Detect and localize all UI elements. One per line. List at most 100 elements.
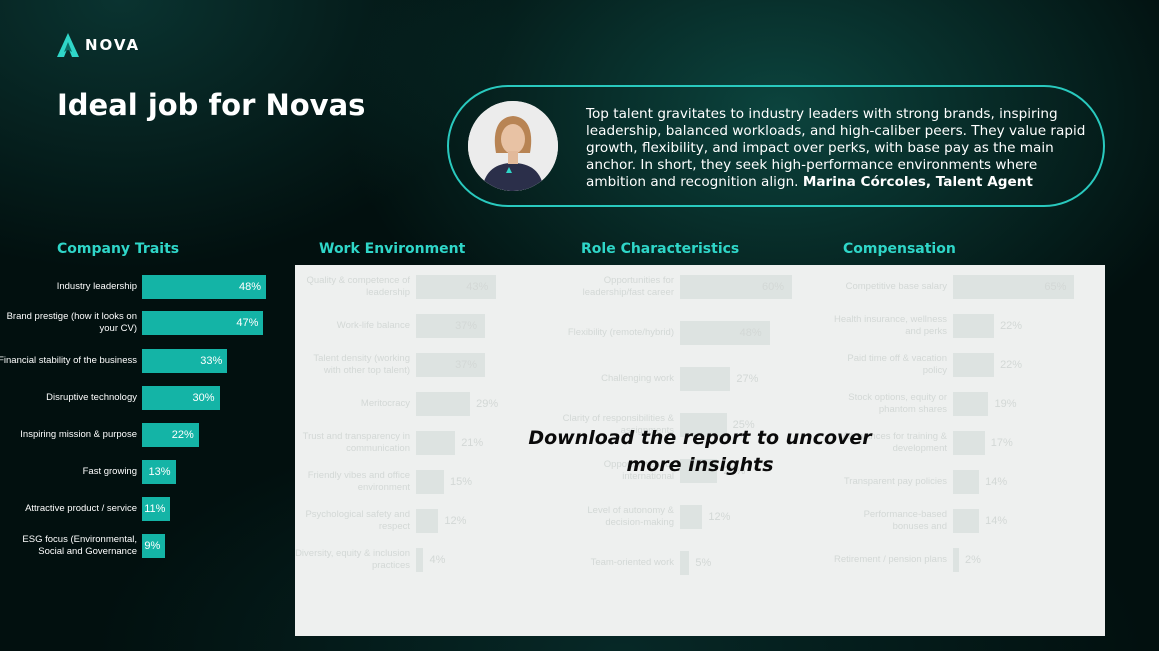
quote-author: Marina Córcoles, Talent Agent — [802, 174, 1033, 190]
blurred-category-label: Challenging work — [601, 373, 674, 384]
bar: 11% — [142, 497, 171, 521]
blurred-bar — [953, 548, 959, 572]
blurred-category-label: Opportunities for leadership/fast career — [582, 275, 674, 298]
avatar — [468, 101, 558, 191]
blurred-value-label: 48% — [739, 327, 762, 339]
blurred-bar-row: Level of autonomy & decision-making 12% — [559, 501, 759, 533]
blurred-bar-row: Trust and transparency in communication 2… — [295, 427, 495, 459]
blurred-category-label: Friendly vibes and office environment — [307, 470, 410, 493]
blurred-bar — [416, 548, 424, 572]
blurred-category-label: Health insurance, wellness and perks — [833, 314, 947, 337]
bar-category-label: Disruptive technology — [46, 392, 137, 403]
blurred-bar — [680, 551, 690, 575]
bar-category-label: ESG focus (Environmental, Social and Gov… — [22, 534, 137, 557]
avatar-portrait-icon — [468, 101, 558, 191]
blurred-category-label: Work-life balance — [336, 320, 410, 331]
blurred-value-label: 2% — [965, 554, 981, 566]
blurred-value-label: 37% — [455, 320, 478, 332]
bar-value-label: 9% — [144, 540, 161, 552]
blurred-bar-row: Psychological safety and respect 12% — [295, 505, 495, 537]
blurred-category-label: Trust and transparency in communication — [302, 431, 410, 454]
blurred-category-label: Diversity, equity & inclusion practices — [295, 548, 410, 571]
blurred-bar — [416, 470, 444, 494]
blurred-bar — [416, 392, 471, 416]
blurred-bar-row: Team-oriented work 5% — [559, 547, 759, 579]
blurred-bar — [680, 505, 703, 529]
bar-value-label: 22% — [171, 429, 194, 441]
blurred-value-label: 15% — [450, 476, 473, 488]
blurred-value-label: 4% — [429, 554, 446, 566]
blurred-value-label: 43% — [466, 281, 489, 293]
blurred-category-label: Team-oriented work — [590, 557, 674, 568]
blurred-category-label: Flexibility (remote/hybrid) — [567, 327, 674, 338]
bar-category-label: Attractive product / service — [25, 503, 137, 514]
bar: 48% — [142, 275, 266, 299]
blurred-value-label: 5% — [695, 557, 712, 569]
bar-row: Brand prestige (how it looks on your CV)… — [0, 308, 290, 338]
bar-row: Attractive product / service 11% — [0, 494, 290, 524]
bar: 47% — [142, 311, 264, 335]
blurred-category-label: Psychological safety and respect — [305, 509, 410, 532]
blurred-bar — [680, 367, 731, 391]
blurred-category-label: Level of autonomy & decision-making — [587, 505, 674, 528]
nova-logo: NOVA — [57, 33, 140, 57]
blurred-bar-row: Meritocracy 29% — [295, 388, 499, 420]
cta-line-1: Download the report to uncover — [528, 427, 872, 449]
blurred-bar-row: Diversity, equity & inclusion practices 4… — [295, 544, 495, 576]
blurred-value-label: 14% — [985, 515, 1008, 527]
blurred-value-label: 12% — [444, 515, 467, 527]
bar: 13% — [142, 460, 176, 484]
bar-category-label: Industry leadership — [56, 281, 137, 292]
bar-value-label: 48% — [238, 281, 261, 293]
blurred-value-label: 29% — [476, 398, 499, 410]
bar-row: Industry leadership 48% — [0, 272, 290, 302]
section-role-characteristics: Role Characteristics — [581, 241, 740, 257]
blurred-category-label: Meritocracy — [360, 398, 410, 409]
brand-name: NOVA — [85, 36, 141, 54]
blurred-category-label: Competitive base salary — [845, 281, 947, 292]
bar-value-label: 47% — [236, 317, 259, 329]
blurred-bar-row: Stock options, equity or phantom shares 1… — [832, 388, 1032, 420]
blurred-bar — [953, 314, 995, 338]
blurred-bar — [953, 470, 980, 494]
quote-text: Top talent gravitates to industry leader… — [586, 106, 1096, 191]
blurred-category-label: Talent density (working with other top t… — [313, 353, 410, 376]
blurred-category-label: Stock options, equity or phantom shares — [848, 392, 947, 415]
blurred-value-label: 65% — [1044, 281, 1067, 293]
download-report-cta[interactable]: Download the report to uncover more insi… — [470, 425, 930, 479]
blurred-bar-row: Quality & competence of leadership 43% — [295, 271, 497, 303]
cta-line-2: more insights — [626, 454, 774, 476]
blurred-bar-row: Talent density (working with other top t… — [295, 349, 495, 381]
blurred-bar-row: Opportunities for leadership/fast career… — [559, 271, 792, 303]
page-title-rest: for Novas — [198, 88, 366, 122]
bar-category-label: Brand prestige (how it looks on your CV) — [6, 311, 137, 334]
nova-logo-icon — [57, 33, 79, 57]
blurred-value-label: 22% — [1000, 359, 1023, 371]
section-work-environment: Work Environment — [319, 241, 466, 257]
blurred-bar-row: Competitive base salary 65% — [832, 271, 1075, 303]
blurred-bar-row: Health insurance, wellness and perks 22% — [832, 310, 1032, 342]
bar: 9% — [142, 534, 166, 558]
bar-row: Disruptive technology 30% — [0, 383, 290, 413]
bar-row: Fast growing 13% — [0, 457, 290, 487]
blurred-bar — [953, 353, 995, 377]
blurred-bar — [953, 431, 985, 455]
blurred-bar-row: Work-life balance 37% — [295, 310, 495, 342]
blurred-bar — [953, 509, 980, 533]
blurred-bar — [416, 431, 456, 455]
section-compensation: Compensation — [843, 241, 956, 257]
bar-value-label: 33% — [200, 355, 223, 367]
bar-row: Financial stability of the business 33% — [0, 346, 290, 376]
blurred-bar — [953, 392, 989, 416]
blurred-bar — [416, 509, 439, 533]
bar-row: Inspiring mission & purpose 22% — [0, 420, 290, 450]
blurred-bar-row: Performance-based bonuses and 14% — [832, 505, 1032, 537]
bar-value-label: 30% — [192, 392, 215, 404]
blurred-value-label: 14% — [985, 476, 1008, 488]
bar: 33% — [142, 349, 228, 373]
blurred-chart: Quality & competence of leadership 43% Wor… — [295, 265, 499, 636]
page-title-bold: Ideal job — [57, 88, 199, 122]
blurred-value-label: 22% — [1000, 320, 1023, 332]
blurred-bar-row: Retirement / pension plans 2% — [832, 544, 1032, 576]
quote-card: Top talent gravitates to industry leader… — [447, 85, 1105, 207]
